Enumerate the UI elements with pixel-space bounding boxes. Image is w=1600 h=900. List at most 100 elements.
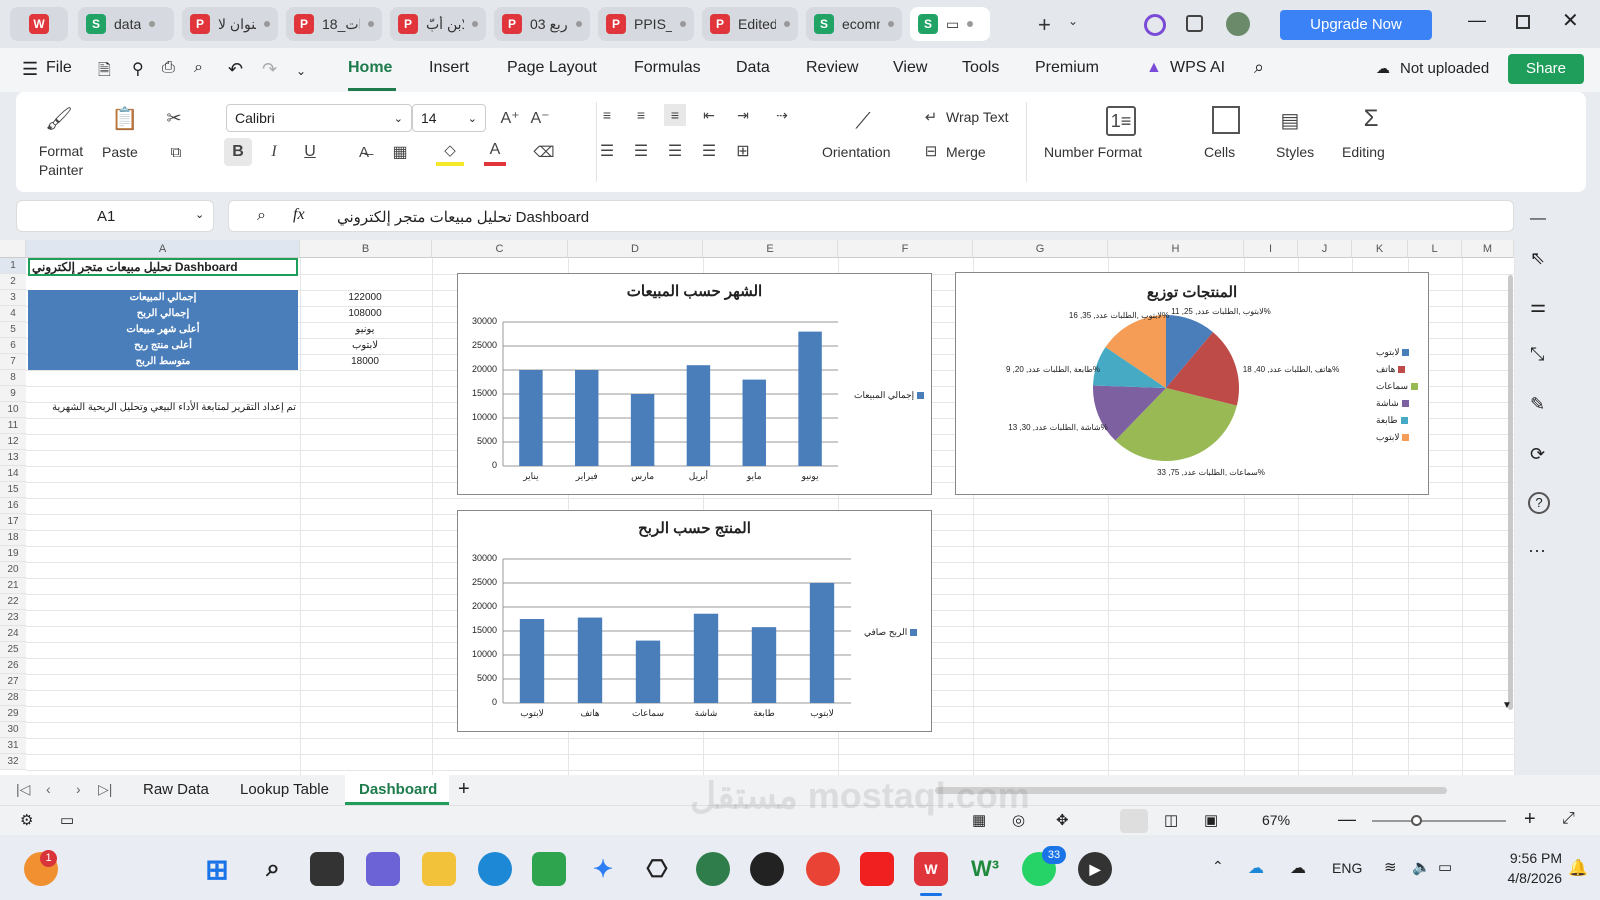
last-sheet-icon[interactable]: ▷| (98, 781, 112, 798)
row-header[interactable]: 12 (0, 434, 26, 450)
column-header[interactable]: G (973, 240, 1108, 258)
prev-sheet-icon[interactable]: ‹ (46, 781, 51, 797)
format-painter-button[interactable]: Format Painter (36, 142, 86, 180)
column-header[interactable]: M (1462, 240, 1514, 258)
bar[interactable] (577, 617, 603, 703)
row-header[interactable]: 3 (0, 290, 26, 306)
backup-icon[interactable]: ⟳ (1530, 444, 1545, 465)
row-header[interactable]: 10 (0, 402, 26, 418)
bar[interactable] (809, 583, 835, 703)
add-sheet-icon[interactable]: + (458, 778, 470, 801)
distributed-icon[interactable]: ⊞ (732, 140, 754, 162)
google-drive-icon[interactable] (532, 852, 566, 886)
tray-chevron-icon[interactable]: ⌃ (1212, 858, 1224, 875)
column-header[interactable]: D (568, 240, 703, 258)
column-header[interactable]: C (432, 240, 568, 258)
align-center-icon[interactable]: ☰ (630, 140, 652, 162)
volume-icon[interactable]: 🔈 (1412, 858, 1431, 876)
column-header[interactable]: A (26, 240, 300, 258)
bar[interactable] (519, 370, 543, 466)
menu-tab-tools[interactable]: Tools (962, 59, 999, 77)
browser-tab[interactable]: P أربع 03 (494, 7, 590, 41)
underline-button[interactable]: U (296, 138, 324, 166)
user-avatar[interactable] (1226, 12, 1250, 36)
zoom-in-icon[interactable]: + (1524, 808, 1536, 831)
bar[interactable] (686, 365, 711, 466)
clear-format-icon[interactable]: ⌫ (532, 138, 556, 166)
kpi-value-cell[interactable]: 108000 (300, 306, 430, 322)
increase-font-icon[interactable]: A⁺ (498, 106, 522, 130)
justify-icon[interactable]: ☰ (698, 140, 720, 162)
browser-tab[interactable]: Sdata (78, 7, 174, 41)
collapse-icon[interactable]: — (1530, 210, 1546, 228)
fx-icon[interactable]: fx (293, 206, 305, 224)
row-header[interactable]: 32 (0, 754, 26, 770)
column-header[interactable]: E (703, 240, 838, 258)
bar[interactable] (742, 379, 766, 466)
browser-tab[interactable]: P PPIS_D (598, 7, 694, 41)
row-header[interactable]: 5 (0, 322, 26, 338)
kpi-value-cell[interactable]: 18000 (300, 354, 430, 370)
eye-protection-icon[interactable]: ◎ (1012, 811, 1025, 829)
undo-icon[interactable]: ↶ (228, 59, 243, 80)
zoom-slider[interactable] (1372, 820, 1506, 822)
kpi-label-cell[interactable]: أعلى منتج ربح (28, 338, 298, 354)
clock-date[interactable]: 4/8/2026 (1478, 870, 1563, 886)
copy-icon[interactable]: ⧉ (164, 140, 188, 164)
menu-tab-view[interactable]: View (893, 59, 927, 77)
word-app-icon[interactable]: W³ (968, 852, 1002, 886)
wifi-icon[interactable]: ≋ (1384, 858, 1397, 876)
windows-start-icon[interactable]: ⊞ (200, 852, 234, 886)
chrome-icon[interactable] (806, 852, 840, 886)
row-header[interactable]: 22 (0, 594, 26, 610)
zoom-slider-handle[interactable] (1411, 815, 1422, 826)
row-header[interactable]: 4 (0, 306, 26, 322)
print-preview-icon[interactable]: ⌕ (194, 59, 203, 77)
decrease-font-icon[interactable]: A⁻ (528, 106, 552, 130)
menu-tab-premium[interactable]: Premium (1035, 59, 1099, 77)
products-pie-chart[interactable]: المنتجات توزيع لابتوب ,الطلبات عدد, 25, … (955, 272, 1429, 495)
file-explorer-icon[interactable] (422, 852, 456, 886)
row-header[interactable]: 11 (0, 418, 26, 434)
fill-color-icon[interactable]: ◇ (436, 138, 464, 166)
task-view-icon[interactable] (310, 852, 344, 886)
share-button[interactable]: Share (1508, 54, 1584, 84)
row-header[interactable]: 24 (0, 626, 26, 642)
row-header[interactable]: 15 (0, 482, 26, 498)
first-sheet-icon[interactable]: |◁ (16, 781, 30, 798)
menu-tab-review[interactable]: Review (806, 59, 858, 77)
column-header[interactable]: L (1408, 240, 1462, 258)
text-direction-icon[interactable]: ⇢ (768, 104, 796, 126)
increase-indent-icon[interactable]: ⇥ (732, 104, 754, 126)
restore-icon[interactable] (1516, 15, 1530, 29)
edge-icon[interactable] (478, 852, 512, 886)
column-header[interactable]: F (838, 240, 973, 258)
menu-tab-home[interactable]: Home (348, 59, 392, 77)
bold-button[interactable]: B (224, 138, 252, 166)
redo-icon[interactable]: ↷ (262, 59, 277, 80)
row-header[interactable]: 31 (0, 738, 26, 754)
table-view-icon[interactable]: ▦ (972, 811, 986, 829)
row-header[interactable]: 23 (0, 610, 26, 626)
number-format-icon[interactable]: 1≡ (1106, 106, 1136, 136)
tools-icon[interactable]: ✎ (1530, 394, 1545, 415)
font-size-select[interactable]: 14 ⌄ (412, 104, 486, 132)
italic-button[interactable]: I (260, 138, 288, 166)
row-header[interactable]: 27 (0, 674, 26, 690)
sheet-tab-raw-data[interactable]: Raw Data (143, 781, 209, 798)
kpi-label-cell[interactable]: متوسط الربح (28, 354, 298, 370)
language-indicator[interactable]: ENG (1332, 860, 1362, 876)
row-header[interactable]: 19 (0, 546, 26, 562)
not-uploaded-status[interactable]: Not uploaded (1400, 60, 1489, 77)
more-icon[interactable]: ··· (1528, 540, 1546, 561)
sheet-tab-lookup-table[interactable]: Lookup Table (240, 781, 329, 798)
profit-by-product-chart[interactable]: المنتج حسب الربح الربح صافي 30000 25000 20… (457, 510, 932, 732)
zoom-level[interactable]: 67% (1262, 812, 1290, 828)
gemini-icon[interactable]: ✦ (586, 852, 620, 886)
browser-tab[interactable]: S ▭ (910, 7, 990, 41)
styles-icon[interactable]: ▤ (1276, 106, 1304, 134)
bar[interactable] (519, 619, 545, 703)
bar[interactable] (575, 370, 599, 466)
row-header[interactable]: 30 (0, 722, 26, 738)
column-header[interactable]: H (1108, 240, 1244, 258)
